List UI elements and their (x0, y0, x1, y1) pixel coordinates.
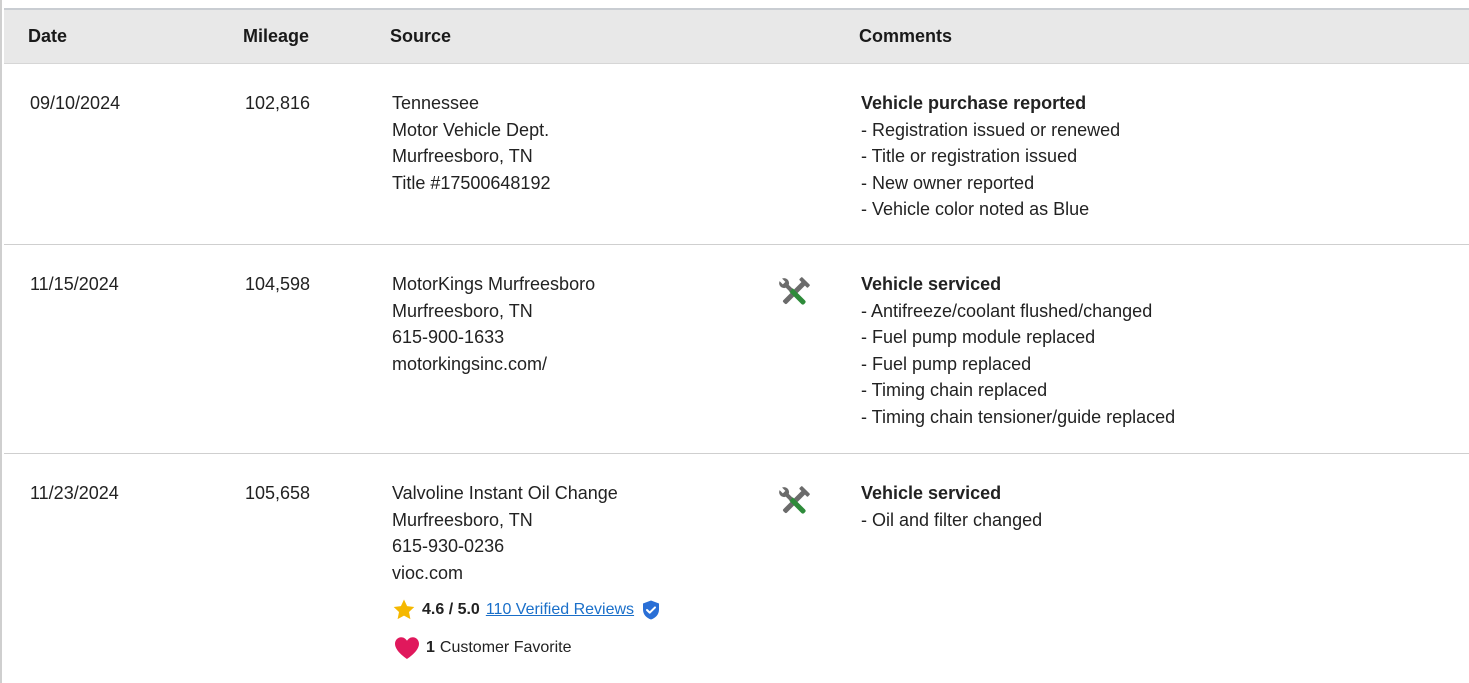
comment-item: - Fuel pump replaced (861, 353, 1032, 374)
row-mileage: 104,598 (245, 274, 311, 294)
rating-row: 4.6 / 5.0 110 Verified Reviews (392, 598, 660, 622)
comment-item: - Antifreeze/coolant flushed/changed (861, 300, 1153, 321)
comment-item: - New owner reported (861, 172, 1035, 193)
row-mileage: 105,658 (245, 483, 311, 503)
source-line: Murfreesboro, TN (392, 509, 533, 530)
header-mileage: Mileage (243, 26, 310, 46)
star-icon (392, 598, 416, 622)
service-tools-icon (774, 482, 814, 522)
source-line: motorkingsinc.com/ (392, 353, 548, 374)
source-line: 615-930-0236 (392, 536, 505, 556)
table-row: 11/23/2024 105,658 Valvoline Instant Oil… (4, 454, 1469, 683)
comment-item: - Timing chain replaced (861, 380, 1048, 400)
verified-shield-icon (642, 600, 660, 620)
source-line: Murfreesboro, TN (392, 300, 533, 321)
favorite-count: 1 (426, 639, 435, 656)
vehicle-history-table: Date Mileage Source Comments 09/10/2024 … (0, 0, 1469, 683)
source-line: Tennessee (392, 93, 480, 113)
row-source: Valvoline Instant Oil Change Murfreesbor… (392, 480, 618, 586)
source-line: Murfreesboro, TN (392, 146, 533, 166)
favorite-label: Customer Favorite (439, 639, 572, 656)
comment-item: - Timing chain tensioner/guide replaced (861, 406, 1176, 427)
customer-favorite: 1 Customer Favorite (394, 636, 572, 660)
source-line: Motor Vehicle Dept. (392, 119, 550, 140)
comment-title: Vehicle purchase reported (861, 93, 1087, 113)
row-comments: Vehicle serviced - Oil and filter change… (861, 480, 1042, 533)
comment-title: Vehicle serviced (861, 274, 1002, 294)
source-line: Title #17500648192 (392, 172, 551, 193)
row-date: 11/15/2024 (30, 274, 119, 294)
row-source: MotorKings Murfreesboro Murfreesboro, TN… (392, 271, 595, 377)
header-comments: Comments (859, 26, 953, 46)
comment-item: - Fuel pump module replaced (861, 327, 1096, 347)
source-line: vioc.com (392, 562, 464, 583)
table-header: Date Mileage Source Comments (4, 8, 1469, 64)
row-comments: Vehicle serviced - Antifreeze/coolant fl… (861, 271, 1175, 430)
comment-item: - Oil and filter changed (861, 509, 1043, 530)
table-row: 09/10/2024 102,816 Tennessee Motor Vehic… (4, 64, 1469, 245)
source-line: Valvoline Instant Oil Change (392, 483, 618, 503)
verified-reviews-link[interactable]: 110 Verified Reviews (486, 601, 634, 619)
row-comments: Vehicle purchase reported - Registration… (861, 90, 1120, 223)
row-mileage: 102,816 (245, 93, 311, 113)
heart-icon (394, 636, 420, 660)
row-source: Tennessee Motor Vehicle Dept. Murfreesbo… (392, 90, 550, 196)
header-source: Source (390, 26, 452, 46)
row-date: 11/23/2024 (30, 483, 119, 503)
rating-score: 4.6 / 5.0 (422, 601, 480, 618)
comment-title: Vehicle serviced (861, 483, 1002, 503)
table-row: 11/15/2024 104,598 MotorKings Murfreesbo… (4, 245, 1469, 454)
service-tools-icon (774, 273, 814, 313)
comment-item: - Registration issued or renewed (861, 119, 1121, 140)
source-line: 615-900-1633 (392, 327, 505, 347)
comment-item: - Title or registration issued (861, 146, 1078, 166)
source-line: MotorKings Murfreesboro (392, 274, 596, 294)
comment-item: - Vehicle color noted as Blue (861, 199, 1090, 219)
header-date: Date (28, 26, 68, 46)
row-date: 09/10/2024 (30, 93, 121, 113)
